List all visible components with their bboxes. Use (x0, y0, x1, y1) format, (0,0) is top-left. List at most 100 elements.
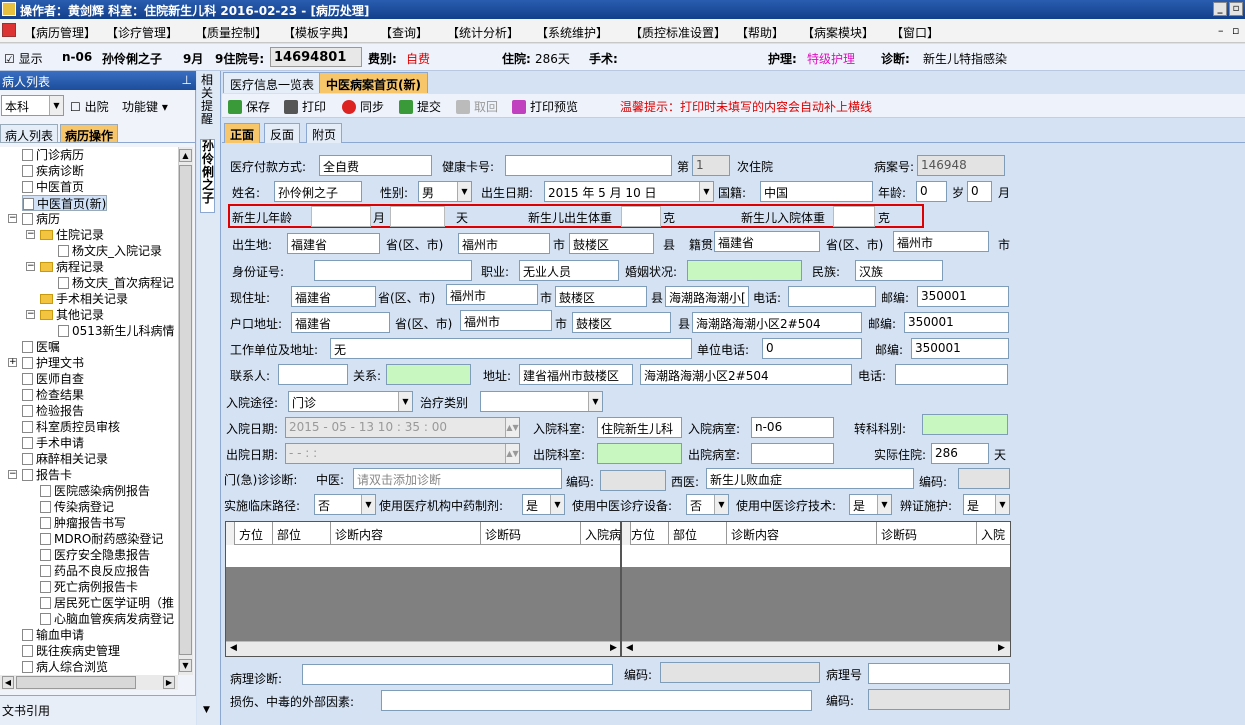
admission-dept-field[interactable]: 住院新生儿科 (597, 417, 682, 438)
app-menu-icon[interactable] (2, 23, 16, 37)
tree-item[interactable]: 杨文庆_入院记录 (58, 243, 162, 259)
contact-phone-field[interactable] (895, 364, 1008, 385)
western-code-field[interactable] (958, 468, 1010, 489)
tree-item[interactable]: 心脑血管疾病发病登记 (40, 611, 174, 627)
minimize-button[interactable]: _ (1213, 2, 1227, 16)
menu-case-module[interactable]: 【病案模块】 (802, 24, 874, 41)
tree-item[interactable]: 药品不良反应报告 (40, 563, 150, 579)
menu-templates[interactable]: 【模板字典】 (283, 24, 355, 41)
sync-button[interactable]: 同步 (342, 98, 384, 115)
show-checkbox[interactable]: ☑ 显示 (4, 50, 43, 67)
expand-toggle-icon[interactable]: − (8, 470, 17, 479)
pathology-diagnosis-field[interactable] (302, 664, 613, 685)
vtab-scroll-down-icon[interactable]: ▼ (203, 705, 210, 715)
newborn-birth-weight-field[interactable] (621, 206, 661, 227)
tree-item[interactable]: 医嘱 (22, 339, 60, 355)
tcm-diagnosis-grid[interactable]: 方位 部位 诊断内容 诊断码 入院病 ◀ ▶ (225, 521, 621, 657)
age-years-field[interactable]: 0 (916, 181, 947, 202)
tab-patient-list[interactable]: 病人列表 (0, 124, 59, 143)
grid-col-site[interactable]: 部位 (669, 522, 727, 545)
admission-ward-field[interactable]: n-06 (751, 417, 834, 438)
tree-item[interactable]: 死亡病例报告卡 (40, 579, 138, 595)
newborn-age-months-field[interactable] (311, 206, 371, 227)
syndrome-care-select[interactable]: 是 ▼ (963, 494, 1010, 515)
admission-route-select[interactable]: 门诊 ▼ (288, 391, 413, 412)
grid-col-position[interactable]: 方位 (627, 522, 669, 545)
tree-item[interactable]: 中医首页(新) (22, 195, 108, 211)
western-diagnosis-grid[interactable]: 方位 部位 诊断内容 诊断码 入院 ◀ ▶ (621, 521, 1011, 657)
tree-item[interactable]: 手术相关记录 (40, 291, 128, 307)
menu-window[interactable]: 【窗口】 (891, 24, 939, 41)
expand-toggle-icon[interactable]: + (8, 358, 17, 367)
tree-item[interactable]: 住院记录 (40, 227, 104, 243)
clinical-path-select[interactable]: 否 ▼ (314, 494, 376, 515)
western-diagnosis-field[interactable]: 新生儿败血症 (706, 468, 914, 489)
current-phone-field[interactable] (788, 286, 876, 307)
tree-item[interactable]: 中医首页 (22, 179, 84, 195)
discharge-dept-field[interactable] (597, 443, 682, 464)
menu-diag-mgmt[interactable]: 【诊疗管理】 (106, 24, 178, 41)
scroll-left-icon[interactable]: ◀ (230, 643, 237, 653)
tree-horizontal-scrollbar[interactable]: ◀ ▶ (0, 675, 178, 690)
case-no-field[interactable]: 146948 (917, 155, 1005, 176)
tree-item[interactable]: 报告卡 (22, 467, 72, 483)
tree-item[interactable]: 0513新生儿科病情 (58, 323, 175, 339)
dept-select[interactable]: 本科 ▼ (1, 95, 64, 116)
birthplace-county-field[interactable]: 鼓楼区 (569, 233, 654, 254)
tcm-preparation-select[interactable]: 是 ▼ (522, 494, 565, 515)
tree-item[interactable]: 居民死亡医学证明（推 (40, 595, 174, 611)
occupation-field[interactable]: 无业人员 (519, 260, 619, 281)
tree-item[interactable]: 医院感染病例报告 (40, 483, 150, 499)
tree-item[interactable]: 杨文庆_首次病程记 (58, 275, 174, 291)
sex-select[interactable]: 男 ▼ (418, 181, 472, 202)
tree-item[interactable]: 疾病诊断 (22, 163, 84, 179)
tree-item[interactable]: 检查结果 (22, 387, 84, 403)
hukou-province-field[interactable]: 福建省 (291, 312, 390, 333)
birthplace-city-field[interactable]: 福州市 (458, 233, 550, 254)
grid-col-admission[interactable]: 入院 (977, 522, 1010, 545)
menu-help[interactable]: 【帮助】 (736, 24, 784, 41)
injury-cause-field[interactable] (381, 690, 812, 711)
newborn-age-days-field[interactable] (390, 206, 445, 227)
admission-count-field[interactable]: 1 (692, 155, 730, 176)
transfer-dept-field[interactable] (922, 414, 1008, 435)
doc-reference-panel[interactable]: 文书引用 (0, 695, 196, 725)
expand-toggle-icon[interactable]: − (8, 214, 17, 223)
menu-record-mgmt[interactable]: 【病历管理】 (24, 24, 96, 41)
birthplace-province-field[interactable]: 福建省 (287, 233, 380, 254)
scroll-right-icon[interactable]: ▶ (610, 643, 617, 653)
tree-vertical-scrollbar[interactable]: ▲ ▼ (178, 147, 193, 675)
tab-record-ops[interactable]: 病历操作 (60, 124, 119, 143)
grid-horizontal-scrollbar[interactable]: ◀ ▶ (622, 641, 1010, 656)
nationality-field[interactable]: 中国 (760, 181, 873, 202)
tree-item[interactable]: 医疗安全隐患报告 (40, 547, 150, 563)
age-months-field[interactable]: 0 (967, 181, 992, 202)
discharge-date-picker[interactable]: - - : : ▲▼ (285, 443, 520, 464)
employer-field[interactable]: 无 (330, 338, 692, 359)
current-zip-field[interactable]: 350001 (917, 286, 1009, 307)
tree-item[interactable]: 病程记录 (40, 259, 104, 275)
scroll-thumb[interactable] (179, 165, 192, 655)
table-row[interactable] (622, 545, 1010, 567)
tab-back[interactable]: 反面 (264, 123, 301, 143)
hukou-detail-field[interactable]: 海潮路海潮小区2#504 (692, 312, 862, 333)
scroll-right-icon[interactable]: ▶ (998, 643, 1005, 653)
grid-col-code[interactable]: 诊断码 (877, 522, 977, 545)
discharge-ward-field[interactable] (751, 443, 834, 464)
name-field[interactable]: 孙伶俐之子 (274, 181, 362, 202)
health-card-field[interactable] (505, 155, 672, 176)
tree-item[interactable]: 检验报告 (22, 403, 84, 419)
pathology-code-field[interactable] (660, 662, 820, 683)
grid-col-code[interactable]: 诊断码 (481, 522, 581, 545)
ethnicity-field[interactable]: 汉族 (855, 260, 943, 281)
grid-col-content[interactable]: 诊断内容 (727, 522, 877, 545)
tree-item[interactable]: 传染病登记 (40, 499, 114, 515)
function-key-button[interactable]: 功能键 ▾ (122, 98, 168, 115)
marital-field[interactable] (687, 260, 802, 281)
submit-button[interactable]: 提交 (399, 98, 441, 115)
hukou-zip-field[interactable]: 350001 (904, 312, 1009, 333)
restore-button[interactable]: ▫ (1229, 2, 1243, 16)
menu-minimize-icon[interactable]: – (1218, 24, 1224, 37)
grid-col-site[interactable]: 部位 (273, 522, 331, 545)
contact-address-field[interactable]: 建省福州市鼓楼区 (519, 364, 633, 385)
